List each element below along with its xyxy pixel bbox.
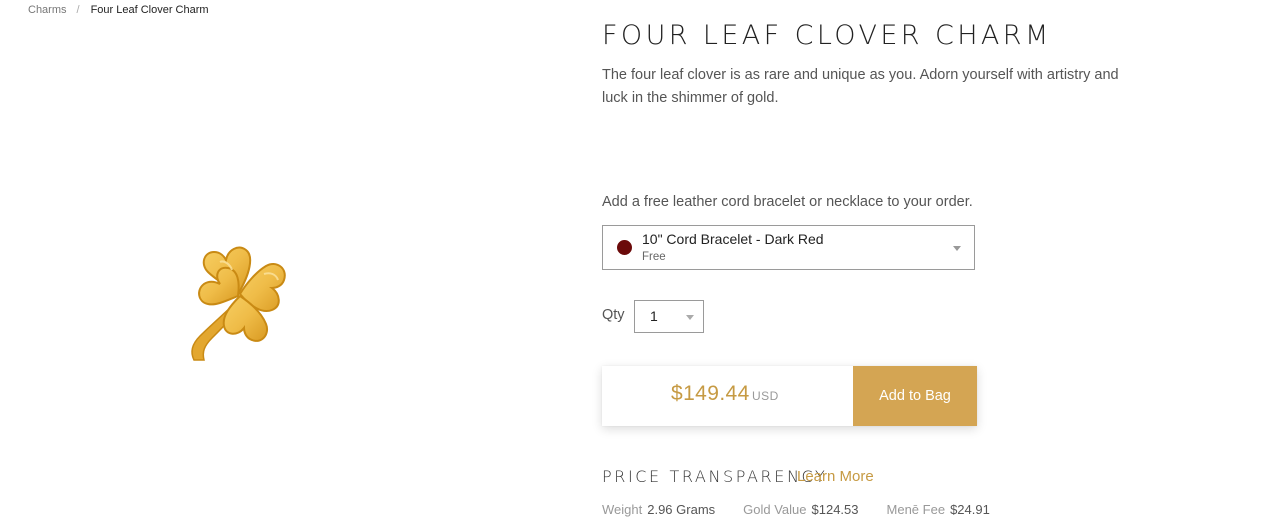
product-description: The four leaf clover is as rare and uniq… <box>602 67 1119 106</box>
chevron-down-icon <box>686 315 694 320</box>
weight-value: 2.96 Grams <box>647 502 716 517</box>
quantity-value: 1 <box>650 308 658 324</box>
breadcrumb-separator: / <box>76 4 80 16</box>
cord-color-swatch <box>617 240 632 255</box>
breadcrumb-link-charms[interactable]: Charms <box>28 4 67 16</box>
price-currency: USD <box>752 389 779 403</box>
quantity-label: Qty <box>602 307 625 323</box>
purchase-box: $149.44 USD Add to Bag <box>602 366 977 426</box>
cord-select-dropdown[interactable]: 10" Cord Bracelet - Dark Red Free <box>602 225 975 270</box>
weight-label: Weight <box>602 502 643 517</box>
product-title: FOUR LEAF CLOVER CHARM <box>602 20 1052 51</box>
gold-value-label: Gold Value <box>743 502 807 517</box>
cord-prompt: Add a free leather cord bracelet or neck… <box>602 194 973 210</box>
breadcrumb-current: Four Leaf Clover Charm <box>90 4 209 16</box>
price-transparency-gold-value: Gold Value $124.53 <box>743 502 858 517</box>
price-transparency-details: Weight 2.96 Grams Gold Value $124.53 Menē … <box>602 502 1018 517</box>
price-transparency-fee: Menē Fee $24.91 <box>887 502 990 517</box>
product-price: $149.44 <box>671 382 750 405</box>
cord-selected-price: Free <box>642 251 666 263</box>
chevron-down-icon <box>953 246 961 251</box>
breadcrumb: Charms / Four Leaf Clover Charm <box>28 4 209 16</box>
cord-selected-name: 10" Cord Bracelet - Dark Red <box>642 231 824 247</box>
price-transparency-weight: Weight 2.96 Grams <box>602 502 715 517</box>
add-to-bag-button[interactable]: Add to Bag <box>853 366 977 426</box>
quantity-select[interactable]: 1 <box>634 300 704 333</box>
four-leaf-clover-charm-image[interactable] <box>180 240 298 366</box>
price-transparency-heading: PRICE TRANSPARENCY <box>602 467 828 486</box>
gold-value-amount: $124.53 <box>811 502 859 517</box>
fee-label: Menē Fee <box>886 502 946 517</box>
fee-value: $24.91 <box>950 502 990 517</box>
learn-more-link[interactable]: Learn More <box>797 468 874 485</box>
